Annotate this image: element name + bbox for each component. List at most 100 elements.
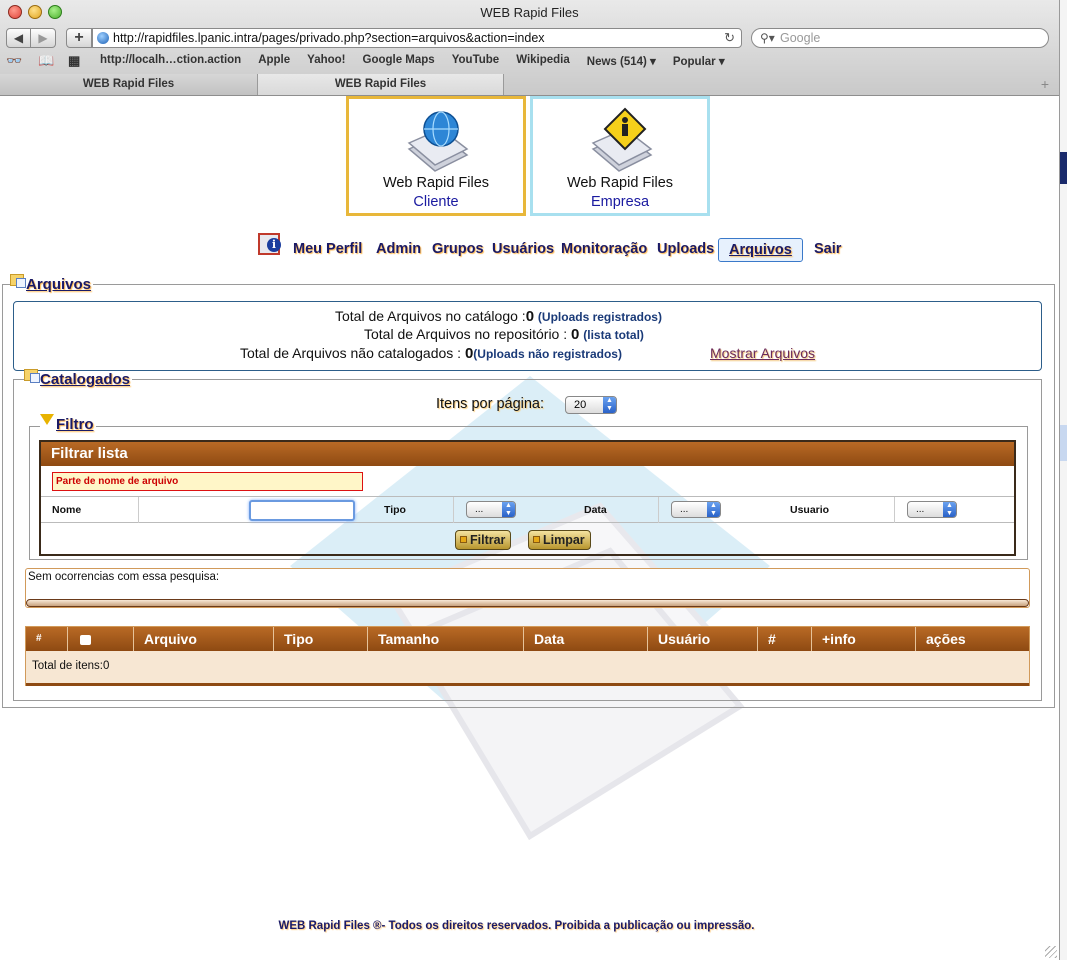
search-field[interactable]: ⚲▾ Google	[751, 28, 1049, 48]
search-placeholder: Google	[780, 31, 821, 45]
menu-item-grupos[interactable]: Grupos	[432, 241, 484, 257]
itens-por-pagina-select[interactable]: 20 ▲ ▼	[565, 396, 617, 414]
empresa-logo-subtitle: Empresa	[590, 194, 650, 210]
column-header-usuario[interactable]: Usuário	[648, 627, 758, 651]
menu-item-admin[interactable]: Admin	[376, 241, 421, 257]
bookmark-item[interactable]: Apple	[258, 54, 290, 68]
tipo-cell: ... ▲ ▼ Data	[454, 497, 659, 523]
catalogados-legend[interactable]: Catalogados	[24, 369, 133, 388]
filtrar-button[interactable]: Filtrar	[455, 530, 512, 550]
usuario-select-value: ...	[916, 504, 925, 515]
bookmark-item[interactable]: http://localh…ction.action	[100, 54, 241, 68]
filtro-legend[interactable]: Filtro	[40, 414, 96, 433]
nome-input[interactable]	[249, 500, 355, 521]
globe-icon	[97, 32, 109, 44]
mostrar-arquivos-link[interactable]: Mostrar Arquivos	[710, 345, 815, 361]
tipo-select[interactable]: ... ▲ ▼	[466, 501, 516, 518]
results-table-header: # Arquivo Tipo Tamanho Data Usuário # +i…	[26, 627, 1029, 651]
cliente-logo-subtitle: Cliente	[413, 194, 459, 210]
summary-catalogo-value: 0	[525, 308, 535, 325]
menu-item-uploads[interactable]: Uploads	[657, 241, 714, 257]
reading-list-icon[interactable]: 👓	[6, 53, 22, 69]
menu-item-monitoracao[interactable]: Monitoração	[561, 241, 647, 257]
search-icon: ⚲▾	[760, 31, 775, 45]
navigation-bar: ◀ ▶ + http://rapidfiles.lpanic.intra/pag…	[0, 26, 1059, 50]
data-select[interactable]: ... ▲ ▼	[671, 501, 721, 518]
column-header-select-all[interactable]	[68, 627, 134, 651]
lista-total-link[interactable]: (lista total)	[583, 328, 644, 342]
total-items-label: Total de itens:0	[32, 660, 110, 672]
cliente-logo-link[interactable]: Web Rapid Files Cliente	[346, 96, 526, 216]
bookmark-item[interactable]: Popular ▾	[673, 54, 725, 68]
menu-item-usuarios[interactable]: Usuários	[492, 241, 554, 257]
menu-item-sair[interactable]: Sair	[814, 241, 841, 257]
column-header-arquivo[interactable]: Arquivo	[134, 627, 274, 651]
uploads-nao-registrados-link[interactable]: (Uploads não registrados)	[473, 347, 622, 361]
data-cell: ... ▲ ▼ Usuario	[659, 497, 895, 523]
url-text: http://rapidfiles.lpanic.intra/pages/pri…	[113, 31, 545, 45]
page-footer: WEB Rapid Files ®- Todos os direitos res…	[278, 920, 755, 932]
nome-cell: Tipo	[139, 497, 454, 523]
column-header-info: +info	[812, 627, 916, 651]
summary-catalogo: Total de Arquivos no catálogo :0 (Upload…	[335, 308, 662, 325]
filter-button-icon	[460, 536, 467, 543]
filtrar-button-label: Filtrar	[470, 533, 506, 547]
usuario-cell: ... ▲ ▼	[895, 497, 1014, 523]
bookmark-item[interactable]: YouTube	[452, 54, 499, 68]
menu-item-arquivos[interactable]: Arquivos	[718, 238, 803, 262]
menu-item-meu-perfil[interactable]: Meu Perfil	[293, 241, 362, 257]
pagination-bar	[26, 599, 1029, 607]
zoom-window-button[interactable]	[48, 5, 62, 19]
column-header-count: #	[758, 627, 812, 651]
new-tab-icon[interactable]: +	[1041, 76, 1049, 92]
results-table: # Arquivo Tipo Tamanho Data Usuário # +i…	[25, 626, 1030, 686]
select-arrows-icon: ▲ ▼	[502, 502, 515, 517]
summary-catalogo-label: Total de Arquivos no catálogo :	[335, 308, 526, 324]
itens-por-pagina-label: Itens por página:	[436, 396, 545, 412]
empresa-logo-link[interactable]: Web Rapid Files Empresa	[530, 96, 710, 216]
reload-icon[interactable]: ↻	[724, 29, 735, 47]
uploads-registrados-link[interactable]: (Uploads registrados)	[538, 310, 662, 324]
filter-panel: Filtrar lista Parte de nome de arquivo N…	[39, 440, 1016, 556]
forward-button[interactable]: ▶	[31, 28, 56, 48]
info-icon[interactable]: i	[258, 233, 281, 255]
tipo-select-value: ...	[475, 504, 484, 515]
window-titlebar: WEB Rapid Files	[0, 0, 1059, 24]
bookmark-item[interactable]: News (514) ▾	[587, 54, 656, 68]
column-header-data[interactable]: Data	[524, 627, 648, 651]
bookmark-item[interactable]: Wikipedia	[516, 54, 570, 68]
top-sites-grid-icon[interactable]: ▦	[68, 53, 80, 69]
bookmarks-bar: 👓 📖 ▦ http://localh…ction.action Apple Y…	[0, 52, 1059, 70]
select-arrows-icon: ▲ ▼	[943, 502, 956, 517]
nome-label: Nome	[41, 497, 139, 523]
column-header-tipo[interactable]: Tipo	[274, 627, 368, 651]
address-bar[interactable]: http://rapidfiles.lpanic.intra/pages/pri…	[92, 28, 742, 48]
resize-grip-icon[interactable]	[1045, 946, 1057, 958]
browser-chrome: WEB Rapid Files ◀ ▶ + http://rapidfiles.…	[0, 0, 1059, 96]
background-window-edge	[1059, 0, 1067, 960]
close-window-button[interactable]	[8, 5, 22, 19]
summary-nao-catalogados-label: Total de Arquivos não catalogados :	[240, 345, 462, 361]
column-header-index: #	[26, 627, 68, 651]
cliente-logo-title: Web Rapid Files	[382, 175, 490, 191]
column-header-tamanho[interactable]: Tamanho	[368, 627, 524, 651]
bookmarks-book-icon[interactable]: 📖	[38, 53, 54, 69]
arquivos-legend[interactable]: Arquivos	[10, 274, 94, 293]
usuario-label: Usuario	[790, 504, 830, 516]
usuario-select[interactable]: ... ▲ ▼	[907, 501, 957, 518]
bookmark-item[interactable]: Yahoo!	[307, 54, 345, 68]
browser-tab[interactable]: WEB Rapid Files	[0, 74, 258, 95]
column-header-acoes: ações	[926, 631, 966, 647]
limpar-button[interactable]: Limpar	[528, 530, 591, 550]
select-all-checkbox[interactable]	[80, 635, 91, 646]
bookmark-item[interactable]: Google Maps	[363, 54, 435, 68]
background-window-band	[1060, 152, 1067, 184]
warning-person-document-icon	[591, 107, 653, 172]
minimize-window-button[interactable]	[28, 5, 42, 19]
back-button[interactable]: ◀	[6, 28, 31, 48]
browser-tab-active[interactable]: WEB Rapid Files	[258, 74, 504, 95]
limpar-button-label: Limpar	[543, 533, 585, 547]
itens-por-pagina-value: 20	[574, 399, 587, 411]
add-bookmark-button[interactable]: +	[66, 28, 92, 48]
empresa-logo-title: Web Rapid Files	[566, 175, 674, 191]
